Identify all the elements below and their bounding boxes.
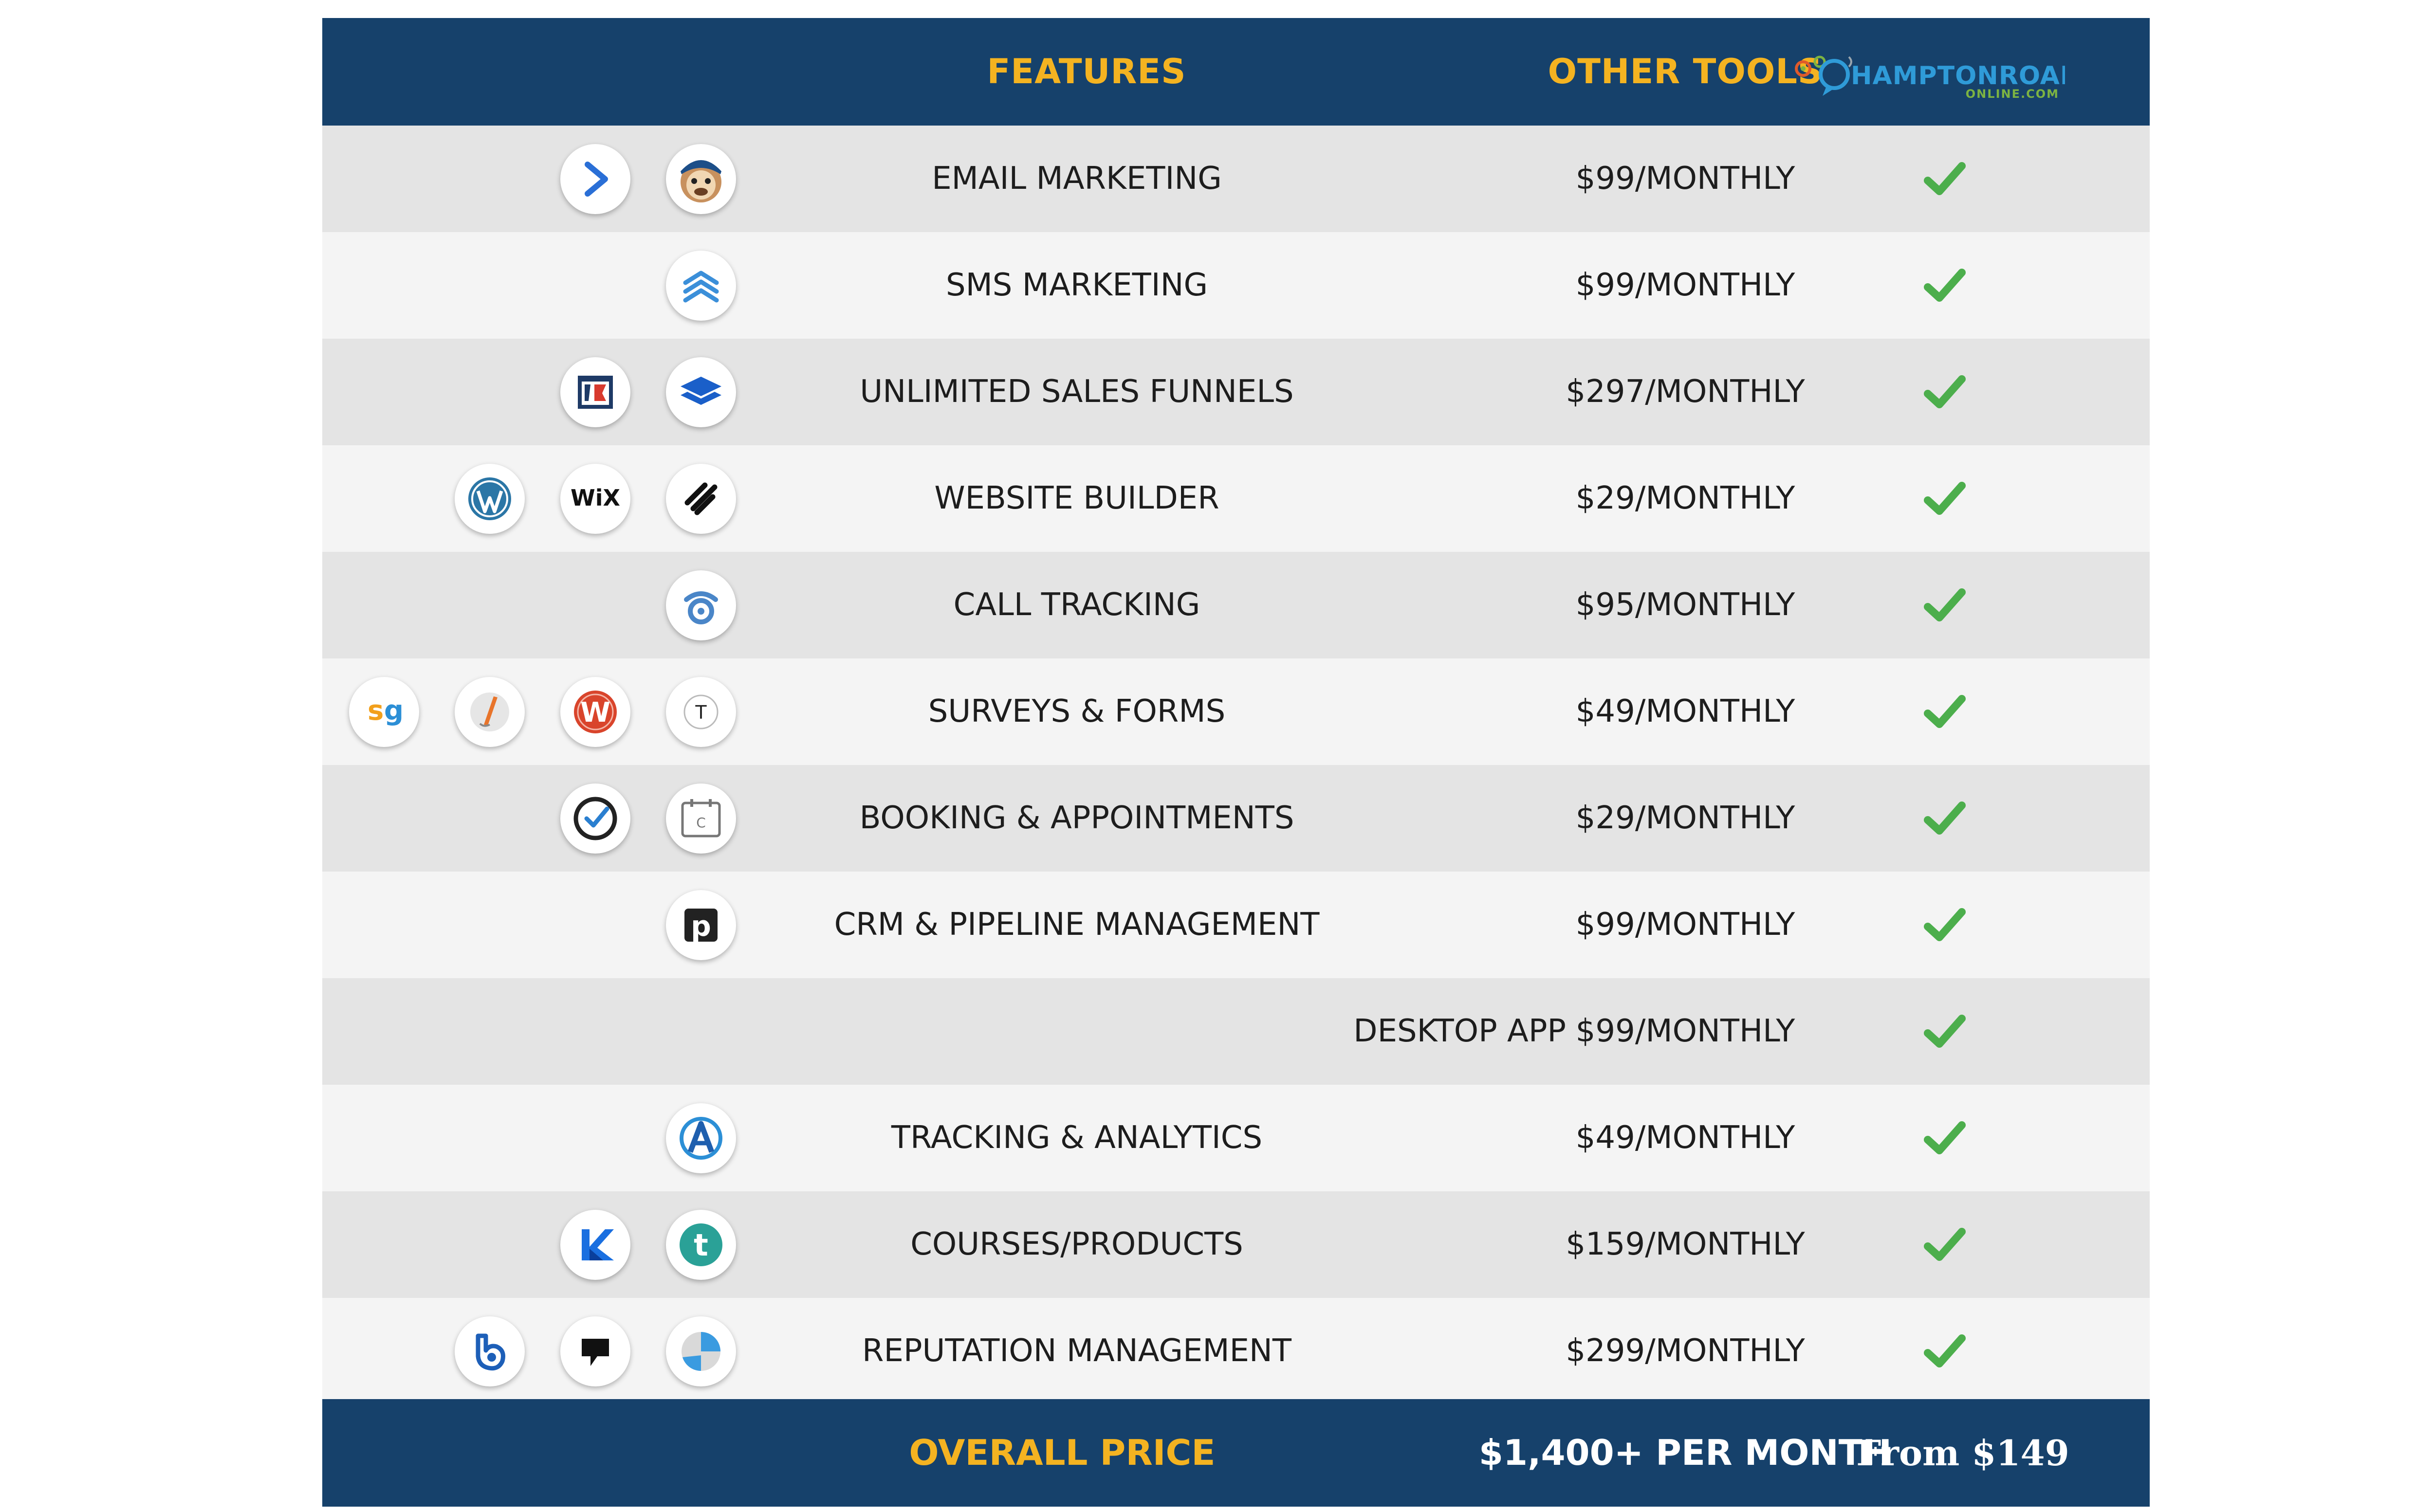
table-row: sg W T SURVEYS & FORMS $49/MONTHLY [322, 658, 2150, 765]
price-label: $99/MONTHLY [1575, 907, 1795, 943]
checkmark-icon [1924, 1121, 1966, 1154]
table-row: CALL TRACKING $95/MONTHLY [322, 552, 2150, 658]
analytics-a-icon [666, 1103, 736, 1173]
checkmark-icon [1924, 908, 1966, 941]
svg-text:T: T [695, 702, 707, 723]
kajabi-icon [560, 1210, 630, 1280]
table-row: p CRM & PIPELINE MANAGEMENT $99/MONTHLY [322, 872, 2150, 978]
svg-text:p: p [691, 910, 711, 943]
checkmark-icon [1924, 1227, 1966, 1261]
feature-label: EMAIL MARKETING [932, 161, 1222, 197]
table-header: FEATURES OTHER TOOLS HAMPTONROADS ONLINE… [322, 18, 2150, 126]
activecampaign-icon [560, 144, 630, 214]
checkmark-icon [1924, 588, 1966, 621]
price-label: $29/MONTHLY [1575, 480, 1795, 516]
wix-icon: WiX [560, 464, 630, 534]
price-label: $49/MONTHLY [1575, 1120, 1795, 1156]
hamptonroads-logo: HAMPTONROADS ONLINE.COM [1795, 55, 2065, 101]
typeform-icon: T [666, 677, 736, 747]
our-price: From $149 [1856, 1432, 2069, 1474]
reputation-icon [666, 1316, 736, 1386]
layers-icon [666, 357, 736, 427]
svg-text:W: W [580, 697, 610, 729]
mailchimp-icon [666, 144, 736, 214]
acuity-check-icon [560, 783, 630, 854]
wordpress-icon [455, 464, 525, 534]
table-row: WiX WEBSITE BUILDER $29/MONTHLY [322, 445, 2150, 552]
wufoo-icon: W [560, 677, 630, 747]
table-row: REPUTATION MANAGEMENT $299/MONTHLY [322, 1298, 2150, 1404]
calendly-icon: C [666, 783, 736, 854]
feature-label: REPUTATION MANAGEMENT [862, 1333, 1292, 1369]
chevron-stack-icon [666, 251, 736, 321]
svg-text:g: g [384, 695, 404, 727]
feature-label: WEBSITE BUILDER [934, 480, 1219, 516]
checkmark-icon [1924, 268, 1966, 302]
svg-text:s: s [368, 695, 384, 727]
feature-label: CALL TRACKING [953, 587, 1200, 623]
podium-icon [560, 1316, 630, 1386]
checkmark-icon [1924, 162, 1966, 195]
price-label: $95/MONTHLY [1575, 587, 1795, 623]
checkmark-icon [1924, 375, 1966, 408]
svg-text:WiX: WiX [571, 485, 620, 511]
price-label: $297/MONTHLY [1566, 374, 1805, 410]
feature-label: UNLIMITED SALES FUNNELS [860, 374, 1294, 410]
price-label: $299/MONTHLY [1566, 1333, 1805, 1369]
price-label: $99/MONTHLY [1575, 1013, 1795, 1049]
svg-text:t: t [694, 1227, 708, 1263]
price-label: $29/MONTHLY [1575, 800, 1795, 836]
table-row: SMS MARKETING $99/MONTHLY [322, 232, 2150, 339]
feature-label: TRACKING & ANALYTICS [891, 1120, 1263, 1156]
feature-label: COURSES/PRODUCTS [910, 1226, 1243, 1262]
table-row: TRACKING & ANALYTICS $49/MONTHLY [322, 1085, 2150, 1191]
table-row: DESKTOP APP $99/MONTHLY [322, 978, 2150, 1085]
table-footer: OVERALL PRICE $1,400+ PER MONTH From $14… [322, 1399, 2150, 1507]
price-label: $159/MONTHLY [1566, 1226, 1805, 1262]
checkmark-icon [1924, 1014, 1966, 1048]
feature-label: BOOKING & APPOINTMENTS [859, 800, 1294, 836]
checkmark-icon [1924, 694, 1966, 728]
feature-label: SURVEYS & FORMS [928, 693, 1226, 729]
checkmark-icon [1924, 1334, 1966, 1367]
birdeye-icon [455, 1316, 525, 1386]
checkmark-icon [1924, 481, 1966, 515]
phone-tracking-icon [666, 570, 736, 640]
price-label: $49/MONTHLY [1575, 693, 1795, 729]
price-label: $99/MONTHLY [1575, 161, 1795, 197]
svg-text:C: C [696, 815, 706, 831]
logo-line2: ONLINE.COM [1966, 87, 2059, 101]
formstack-icon [455, 677, 525, 747]
table-row: UNLIMITED SALES FUNNELS $297/MONTHLY [322, 339, 2150, 445]
squarespace-icon [666, 464, 736, 534]
table-row: t COURSES/PRODUCTS $159/MONTHLY [322, 1191, 2150, 1298]
surveygizmo-icon: sg [349, 677, 419, 747]
logo-line1: HAMPTONROADS [1851, 61, 2065, 91]
table-row: C BOOKING & APPOINTMENTS $29/MONTHLY [322, 765, 2150, 872]
teachable-icon: t [666, 1210, 736, 1280]
features-heading: FEATURES [987, 52, 1186, 91]
overall-price-label: OVERALL PRICE [909, 1432, 1216, 1473]
table-row: EMAIL MARKETING $99/MONTHLY [322, 126, 2150, 232]
clickfunnels-icon [560, 357, 630, 427]
price-label: $99/MONTHLY [1575, 267, 1795, 303]
feature-label: SMS MARKETING [945, 267, 1208, 303]
checkmark-icon [1924, 801, 1966, 835]
feature-label: CRM & PIPELINE MANAGEMENT [834, 907, 1320, 943]
